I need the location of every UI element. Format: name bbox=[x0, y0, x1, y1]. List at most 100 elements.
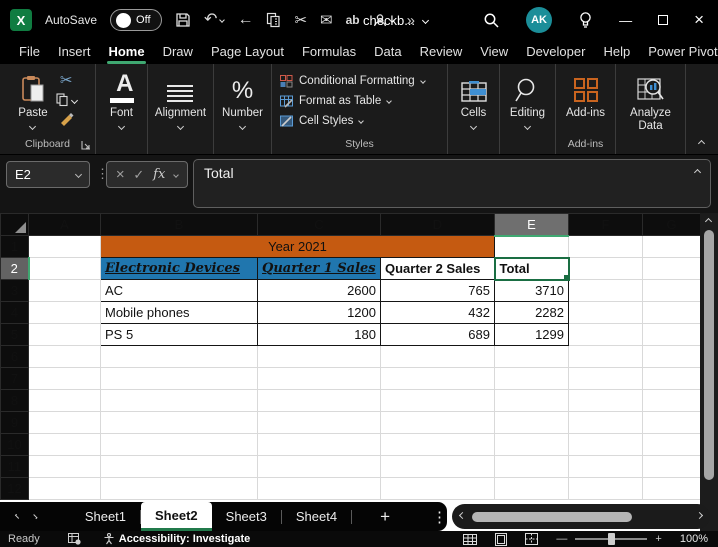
zoom-out-button[interactable]: — bbox=[556, 533, 567, 545]
cell-D6[interactable] bbox=[381, 346, 495, 368]
cell-D4[interactable]: 432 bbox=[381, 302, 495, 324]
tab-developer[interactable]: Developer bbox=[517, 41, 594, 64]
cell-A1[interactable] bbox=[29, 236, 101, 258]
cell-B5[interactable]: PS 5 bbox=[101, 324, 258, 346]
tab-view[interactable]: View bbox=[471, 41, 517, 64]
format-painter-icon[interactable] bbox=[59, 112, 74, 127]
sheet-tab-sheet1[interactable]: Sheet1 bbox=[71, 502, 140, 531]
format-as-table-button[interactable]: Format as Table bbox=[280, 91, 391, 111]
cell-C10[interactable] bbox=[258, 434, 381, 456]
scroll-up-icon[interactable] bbox=[705, 218, 712, 225]
cell-B8[interactable] bbox=[101, 390, 258, 412]
cell-C8[interactable] bbox=[258, 390, 381, 412]
tab-data[interactable]: Data bbox=[365, 41, 410, 64]
insert-function-button[interactable]: fx bbox=[153, 167, 165, 182]
minimize-button[interactable]: — bbox=[619, 13, 632, 28]
cell-A11[interactable] bbox=[29, 456, 101, 478]
cell-F8[interactable] bbox=[569, 390, 643, 412]
macro-record-icon[interactable] bbox=[68, 533, 81, 545]
cell-G12[interactable] bbox=[643, 478, 701, 500]
cell-G9[interactable] bbox=[643, 412, 701, 434]
row-header-1[interactable]: 1 bbox=[1, 236, 29, 258]
sheet-nav-right-icon[interactable] bbox=[33, 514, 38, 519]
cell-G3[interactable] bbox=[643, 280, 701, 302]
copy-icon[interactable] bbox=[266, 12, 281, 28]
cell-E4[interactable]: 2282 bbox=[495, 302, 569, 324]
mail-icon[interactable]: ✉ bbox=[320, 13, 333, 28]
cell-C2[interactable]: Quarter 1 Sales bbox=[258, 258, 381, 280]
horizontal-scroll-thumb[interactable] bbox=[472, 512, 632, 522]
analyze-data-button[interactable]: Analyze Data bbox=[623, 71, 679, 133]
cell-A9[interactable] bbox=[29, 412, 101, 434]
paste-button[interactable]: Paste bbox=[18, 71, 47, 129]
cell-E5[interactable]: 1299 bbox=[495, 324, 569, 346]
cell-G8[interactable] bbox=[643, 390, 701, 412]
cell-F4[interactable] bbox=[569, 302, 643, 324]
row-header-3[interactable]: 3 bbox=[1, 280, 29, 302]
cell-A3[interactable] bbox=[29, 280, 101, 302]
cell-D3[interactable]: 765 bbox=[381, 280, 495, 302]
zoom-slider[interactable] bbox=[575, 538, 647, 540]
cell-B7[interactable] bbox=[101, 368, 258, 390]
sheet-nav-left-icon[interactable] bbox=[15, 514, 20, 519]
col-header-C[interactable]: C bbox=[258, 214, 381, 236]
row-header-7[interactable]: 7 bbox=[1, 368, 29, 390]
cell-G11[interactable] bbox=[643, 456, 701, 478]
select-all-corner[interactable] bbox=[1, 214, 29, 236]
save-icon[interactable] bbox=[175, 12, 191, 28]
cell-E12[interactable] bbox=[495, 478, 569, 500]
cell-D9[interactable] bbox=[381, 412, 495, 434]
cell-A10[interactable] bbox=[29, 434, 101, 456]
col-header-B[interactable]: B bbox=[101, 214, 258, 236]
cell-F11[interactable] bbox=[569, 456, 643, 478]
cell-B4[interactable]: Mobile phones bbox=[101, 302, 258, 324]
autosave-toggle[interactable]: Off bbox=[110, 9, 162, 31]
scroll-left-icon[interactable] bbox=[459, 512, 466, 519]
cell-E11[interactable] bbox=[495, 456, 569, 478]
cell-D11[interactable] bbox=[381, 456, 495, 478]
row-header-2-selected[interactable]: 2 bbox=[1, 258, 29, 280]
cell-D7[interactable] bbox=[381, 368, 495, 390]
cell-F12[interactable] bbox=[569, 478, 643, 500]
maximize-button[interactable] bbox=[658, 15, 668, 25]
cell-F6[interactable] bbox=[569, 346, 643, 368]
cell-C11[interactable] bbox=[258, 456, 381, 478]
cell-C7[interactable] bbox=[258, 368, 381, 390]
row-header-6[interactable]: 6 bbox=[1, 346, 29, 368]
cell-G7[interactable] bbox=[643, 368, 701, 390]
cell-E1[interactable] bbox=[495, 236, 569, 258]
cell-C12[interactable] bbox=[258, 478, 381, 500]
cell-C4[interactable]: 1200 bbox=[258, 302, 381, 324]
cell-C5[interactable]: 180 bbox=[258, 324, 381, 346]
conditional-formatting-button[interactable]: Conditional Formatting bbox=[280, 71, 425, 91]
tab-help[interactable]: Help bbox=[594, 41, 639, 64]
normal-view-icon[interactable] bbox=[463, 534, 477, 545]
cell-C3[interactable]: 2600 bbox=[258, 280, 381, 302]
cell-E6[interactable] bbox=[495, 346, 569, 368]
vertical-scroll-thumb[interactable] bbox=[704, 230, 714, 480]
page-break-preview-icon[interactable] bbox=[525, 533, 538, 545]
tab-review[interactable]: Review bbox=[411, 41, 472, 64]
search-icon[interactable] bbox=[483, 12, 500, 29]
cell-styles-button[interactable]: Cell Styles bbox=[280, 111, 363, 131]
cell-C6[interactable] bbox=[258, 346, 381, 368]
row-header-8[interactable]: 8 bbox=[1, 390, 29, 412]
collapse-ribbon-icon[interactable] bbox=[698, 140, 705, 147]
new-sheet-button[interactable]: + bbox=[380, 507, 390, 527]
tab-insert[interactable]: Insert bbox=[49, 41, 100, 64]
cut-icon[interactable]: ✂ bbox=[294, 13, 307, 28]
zoom-slider-thumb[interactable] bbox=[608, 533, 615, 545]
cell-E10[interactable] bbox=[495, 434, 569, 456]
editing-button[interactable]: Editing bbox=[510, 71, 545, 129]
cell-G4[interactable] bbox=[643, 302, 701, 324]
cell-B3[interactable]: AC bbox=[101, 280, 258, 302]
scroll-right-icon[interactable] bbox=[696, 512, 703, 519]
col-header-D[interactable]: D bbox=[381, 214, 495, 236]
cell-D5[interactable]: 689 bbox=[381, 324, 495, 346]
enter-button[interactable]: ✓ bbox=[133, 167, 144, 183]
col-header-A[interactable]: A bbox=[29, 214, 101, 236]
row-header-9[interactable]: 9 bbox=[1, 412, 29, 434]
close-button[interactable]: × bbox=[694, 10, 704, 30]
col-header-E-selected[interactable]: E bbox=[495, 214, 569, 236]
cell-A7[interactable] bbox=[29, 368, 101, 390]
